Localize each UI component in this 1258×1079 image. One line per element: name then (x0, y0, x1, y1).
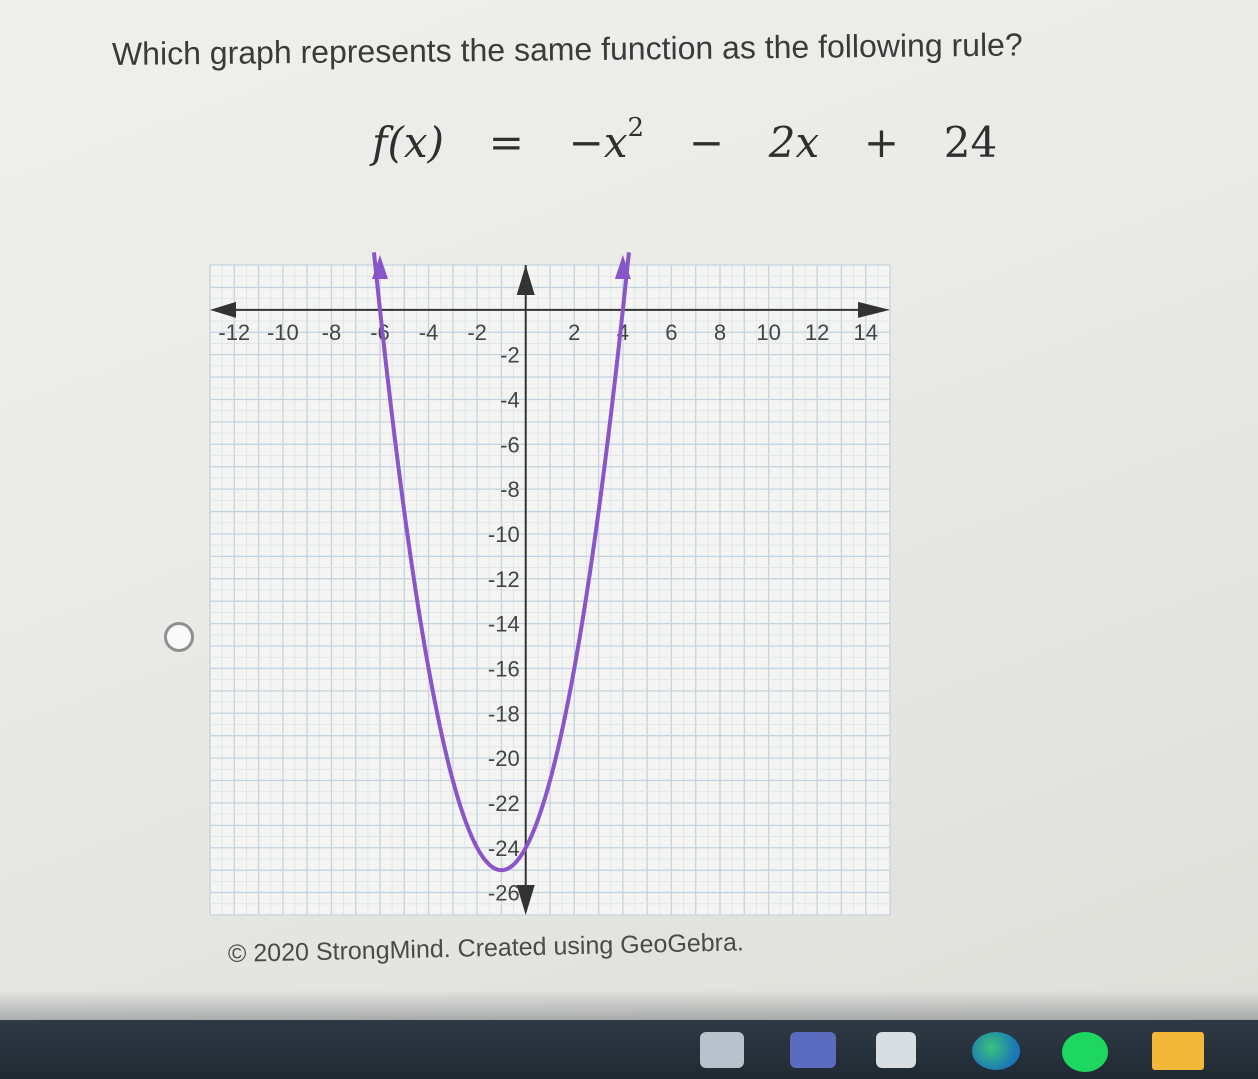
y-tick-label: -14 (488, 612, 520, 637)
x-tick-label: 8 (714, 320, 726, 345)
formula-exponent: 2 (627, 113, 645, 143)
copyright-credit: © 2020 StrongMind. Created using GeoGebr… (227, 928, 745, 968)
x-tick-label: -4 (419, 320, 439, 345)
y-tick-label: -2 (500, 343, 520, 368)
y-tick-label: -26 (488, 881, 520, 906)
y-tick-label: -16 (488, 656, 520, 681)
formula-term1: −x (568, 118, 628, 167)
formula-op1: − (688, 118, 725, 167)
formula-equals: = (488, 118, 524, 167)
y-tick-label: -12 (488, 567, 520, 592)
y-tick-label: -10 (488, 522, 520, 547)
formula-op2: + (863, 118, 900, 167)
x-tick-label: 6 (665, 320, 677, 345)
x-tick-label: -8 (322, 320, 342, 345)
formula-lhs: f(x) (372, 118, 445, 167)
y-tick-label: -20 (488, 746, 520, 771)
x-tick-label: 12 (805, 320, 829, 345)
x-tick-label: -10 (267, 320, 299, 345)
formula-term2: 2x (768, 118, 820, 167)
formula-term3: 24 (943, 118, 998, 167)
x-tick-label: -12 (218, 320, 250, 345)
function-graph: -12 -10 -8 -6 -4 -2 2 4 6 8 10 12 14-2-4-6-8-10-12-1… (209, 252, 891, 916)
function-rule: f(x) = −x2 − 2x + 24 (372, 113, 998, 167)
y-tick-label: -8 (500, 477, 520, 502)
x-tick-label: 10 (756, 320, 780, 345)
x-tick-label: 14 (853, 320, 877, 345)
answer-radio-button[interactable] (164, 622, 194, 652)
calendar-icon[interactable] (876, 1032, 916, 1068)
x-tick-label: 2 (568, 320, 580, 345)
y-tick-label: -22 (488, 791, 520, 816)
x-tick-label: -2 (467, 320, 487, 345)
spotify-icon[interactable] (1062, 1032, 1108, 1072)
teams-icon[interactable] (790, 1032, 836, 1068)
y-tick-label: -24 (488, 836, 520, 861)
y-tick-label: -6 (500, 432, 520, 457)
monitor-bezel (0, 990, 1258, 1024)
file-explorer-icon[interactable] (1152, 1032, 1204, 1070)
graph-grid (209, 264, 891, 916)
edge-icon[interactable] (972, 1032, 1020, 1070)
question-text: Which graph represents the same function… (111, 26, 1023, 72)
y-tick-label: -18 (488, 701, 520, 726)
y-tick-label: -4 (500, 387, 520, 412)
photos-icon[interactable] (700, 1032, 744, 1068)
